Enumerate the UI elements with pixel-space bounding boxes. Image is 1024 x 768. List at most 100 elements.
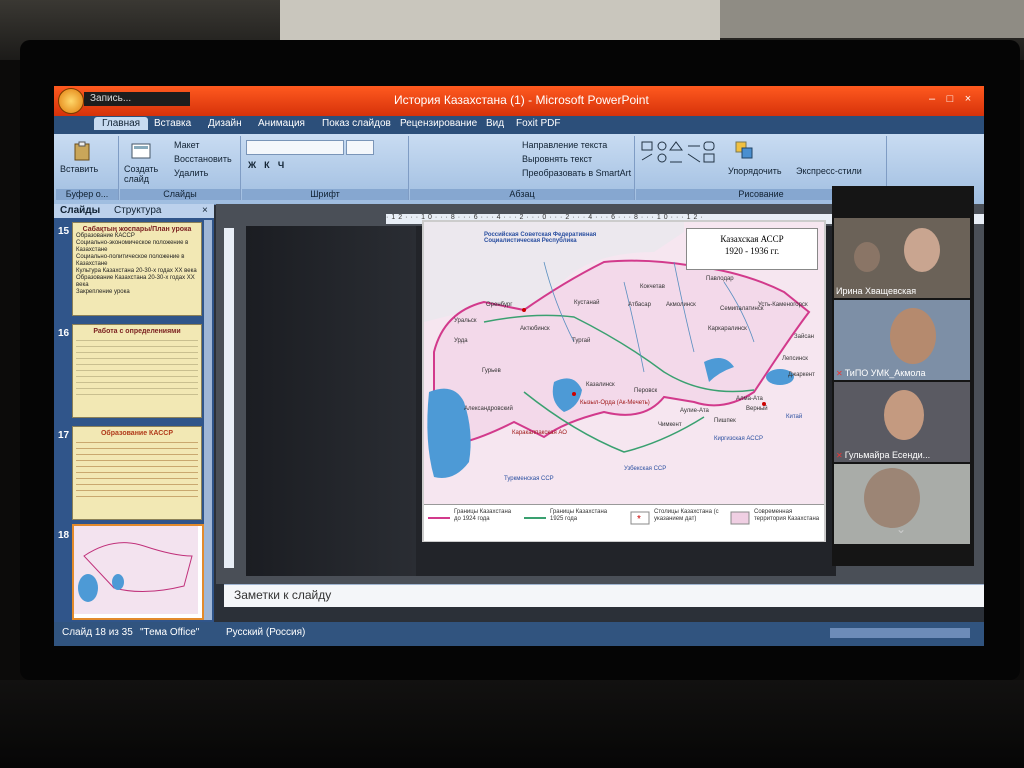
map-city: Каркаралинск: [708, 326, 747, 332]
font-format-buttons[interactable]: ЖКЧ: [248, 160, 292, 170]
slides-group-label: Слайды: [120, 189, 240, 200]
legend-item: Современная территория Казахстана: [754, 509, 820, 522]
participant-name-text: ТиПО УМК_Акмола: [844, 368, 926, 378]
map-city: Павлодар: [706, 276, 734, 282]
reset-button[interactable]: Восстановить: [174, 154, 232, 164]
slide-thumbnail-17[interactable]: Образование КАССР: [72, 426, 202, 520]
map-title-box: Казахская АССР 1920 - 1936 гг.: [686, 228, 818, 270]
maximize-button[interactable]: □: [942, 92, 958, 106]
arrange-icon: [735, 141, 753, 159]
new-slide-button[interactable]: Создать слайд: [124, 164, 164, 184]
wall-light: [280, 0, 720, 45]
wall-shadow: [720, 0, 1024, 38]
window-title: История Казахстана (1) - Microsoft Power…: [394, 93, 649, 107]
map-city: Джаркент: [788, 372, 815, 378]
recording-indicator: Запись...: [84, 92, 190, 106]
tab-home[interactable]: Главная: [94, 117, 149, 130]
thumb-17-text-block: [76, 437, 198, 497]
paragraph-group: Направление текста Выровнять текст Преоб…: [410, 136, 635, 200]
align-text-button[interactable]: Выровнять текст: [522, 154, 592, 164]
language-indicator[interactable]: Русский (Россия): [226, 627, 305, 638]
participant-tile[interactable]: Ирина Хващевская: [834, 218, 970, 298]
tab-design[interactable]: Дизайн: [208, 118, 242, 129]
participant-tile[interactable]: ✕ Гульмайра Есенди...: [834, 382, 970, 462]
slides-pane-scrollbar[interactable]: [204, 220, 212, 620]
slide-number-15: 15: [58, 226, 70, 237]
tab-slideshow[interactable]: Показ слайдов: [322, 118, 391, 129]
participant-face: [884, 390, 924, 440]
paste-button[interactable]: Вставить: [60, 164, 98, 174]
thumb-15-title: Сабақтың жоспары/План урока: [82, 226, 192, 233]
svg-text:*: *: [637, 514, 641, 525]
map-city: Кокчетав: [640, 284, 665, 290]
map-region: Киргизская АССР: [714, 436, 763, 442]
thumb-15-line: Социально-политическое положение в Казах…: [76, 254, 185, 267]
slide-number-17: 17: [58, 430, 70, 441]
participant-tile[interactable]: ✕ ТиПО УМК_Акмола: [834, 300, 970, 380]
layout-button[interactable]: Макет: [174, 140, 199, 150]
tab-animation[interactable]: Анимация: [258, 118, 305, 129]
tab-insert[interactable]: Вставка: [154, 118, 191, 129]
slides-pane: Слайды Структура × 15 Сабақтың жоспары/П…: [54, 204, 214, 622]
desk-surface: [0, 680, 1024, 768]
tab-review[interactable]: Рецензирование: [400, 118, 477, 129]
slide-thumbnail-15[interactable]: Сабақтың жоспары/План урока Образование …: [72, 222, 202, 316]
map-city: Гурьев: [482, 368, 501, 374]
video-participants-panel: Ирина Хващевская ✕ ТиПО УМК_Акмола ✕ Гульм…: [832, 186, 974, 566]
clipboard-group: Вставить Буфер о...: [56, 136, 119, 200]
arrange-button[interactable]: Упорядочить: [728, 166, 782, 176]
map-region: Каракалпакская АО: [512, 430, 567, 436]
map-region: Китай: [786, 414, 803, 420]
map-city: Атбасар: [628, 302, 651, 308]
ribbon-tabs: Главная Вставка Дизайн Анимация Показ сл…: [54, 116, 984, 134]
convert-smartart-button[interactable]: Преобразовать в SmartArt: [522, 168, 631, 178]
close-pane-icon[interactable]: ×: [202, 205, 208, 216]
slides-pane-tabs: Слайды Структура ×: [54, 204, 214, 218]
map-city: Алма-Ата: [736, 396, 763, 402]
legend-item: Границы Казахстана до 1924 года: [454, 509, 512, 522]
map-subtitle: 1920 - 1936 гг.: [724, 246, 780, 256]
text-direction-button[interactable]: Направление текста: [522, 140, 607, 150]
mic-muted-icon: ✕: [836, 369, 843, 378]
kazakh-assr-map[interactable]: Казахская АССР 1920 - 1936 гг. Российска…: [422, 220, 826, 542]
slide-number-16: 16: [58, 328, 70, 339]
title-bar: Запись... История Казахстана (1) - Micro…: [54, 86, 984, 116]
font-family-select[interactable]: [246, 140, 344, 155]
map-city: Пишпек: [714, 418, 736, 424]
office-button[interactable]: [58, 88, 84, 114]
chevron-down-icon[interactable]: ⌄: [896, 522, 906, 536]
delete-slide-button[interactable]: Удалить: [174, 168, 208, 178]
thumb-17-title: Образование КАССР: [100, 430, 173, 437]
participant-name: ✕ ТиПО УМК_Акмола: [836, 368, 925, 378]
legend-item: Столицы Казахстана (с указанием дат): [654, 509, 719, 522]
quick-styles-button[interactable]: Экспресс-стили: [796, 166, 862, 176]
shapes-gallery-icon[interactable]: [640, 140, 730, 180]
close-button[interactable]: ×: [960, 92, 976, 106]
legend-swatch-1924: [428, 517, 450, 519]
map-city: Урда: [454, 338, 468, 344]
map-city: Александровский: [464, 406, 513, 412]
vertical-ruler: [224, 228, 234, 568]
minimize-button[interactable]: –: [924, 92, 940, 106]
tab-foxit-pdf[interactable]: Foxit PDF: [516, 118, 560, 129]
participant-name-text: Гульмайра Есенди...: [844, 450, 931, 460]
thumb-15-line: Образование Казахстана 20-30-х годах XX …: [76, 275, 195, 288]
tab-outline[interactable]: Структура: [114, 205, 161, 216]
map-city: Тургай: [572, 338, 591, 344]
notes-pane[interactable]: Заметки к слайду: [224, 584, 984, 607]
tab-view[interactable]: Вид: [486, 118, 504, 129]
zoom-slider[interactable]: [830, 628, 970, 638]
map-region: Узбекская ССР: [624, 466, 667, 472]
font-size-select[interactable]: [346, 140, 374, 155]
paste-icon: [74, 141, 90, 161]
map-city: Перовск: [634, 388, 658, 394]
slide-thumbnail-16[interactable]: Работа с определениями: [72, 324, 202, 418]
tab-slides[interactable]: Слайды: [60, 205, 100, 216]
slide-background: [246, 226, 416, 576]
clipboard-group-label: Буфер о...: [56, 189, 118, 200]
theme-name[interactable]: "Тема Office": [140, 627, 199, 638]
map-region: Туркменская ССР: [504, 476, 554, 482]
slide-thumbnail-18[interactable]: [72, 524, 204, 620]
legend-swatch-1925: [524, 517, 546, 519]
status-bar: Слайд 18 из 35 "Тема Office" Русский (Ро…: [54, 622, 984, 646]
